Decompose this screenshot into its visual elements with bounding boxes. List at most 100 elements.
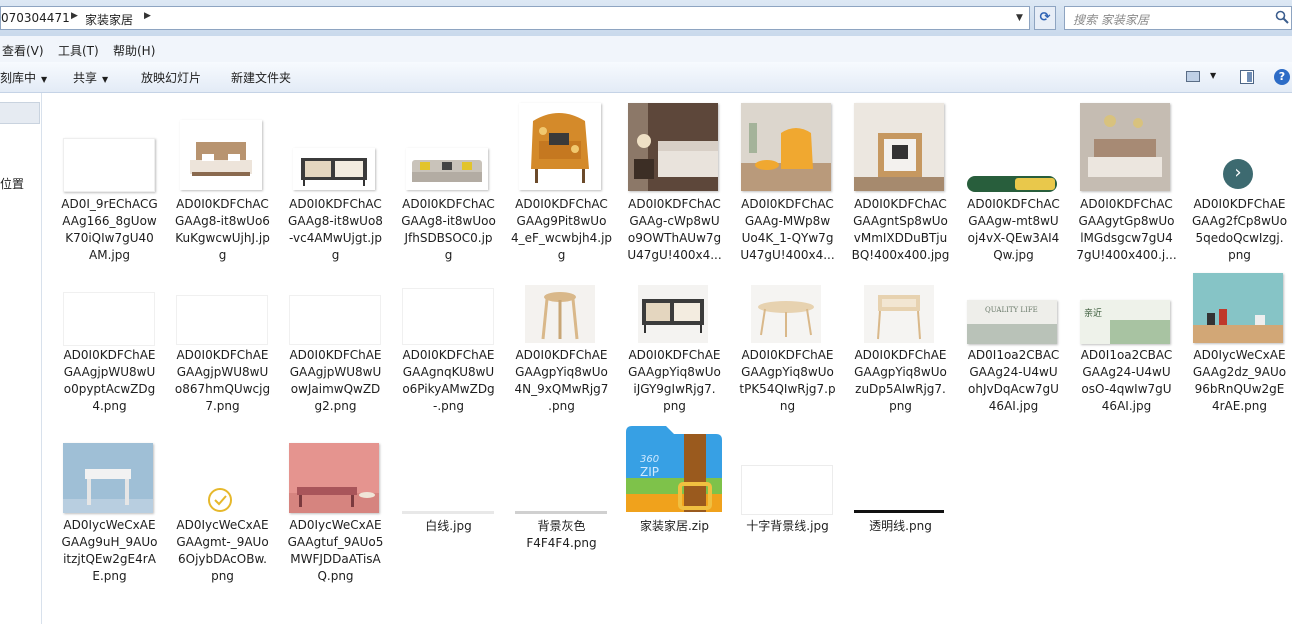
address-bar[interactable]: 070304471 ▶ 家装家居 ▶ ▼ bbox=[0, 6, 1030, 30]
image-thumbnail bbox=[63, 443, 153, 513]
refresh-button[interactable]: ⟳ bbox=[1034, 6, 1056, 30]
cabinet-image bbox=[301, 158, 367, 186]
file-name: 白线.jpg bbox=[425, 519, 472, 533]
table-image bbox=[758, 301, 814, 337]
file-name: 透明线.png bbox=[869, 519, 932, 533]
preview-pane-icon[interactable] bbox=[1240, 70, 1254, 84]
file-name: AD0I0KDFChAE GAAgjpWU8wU o0pyptAcwZDg 4.png bbox=[63, 348, 156, 413]
file-name: AD0I0KDFChAC GAAg8-it8wUo8 -vc4AMwUjgt.jp g bbox=[288, 197, 383, 262]
search-icon[interactable] bbox=[1275, 10, 1289, 24]
file-name: AD0IycWeCxAE GAAg9uH_9AUo itzjtQEw2gE4rA E.… bbox=[61, 518, 158, 583]
side-table-image bbox=[877, 295, 921, 340]
file-name: AD0I0KDFChAC GAAg-MWp8w Uo4K_1-QYw7g U47gU!… bbox=[740, 197, 835, 262]
breadcrumb-separator-icon[interactable]: ▶ bbox=[144, 11, 151, 21]
image-thumbnail bbox=[176, 295, 268, 345]
include-in-library-button[interactable]: 刻库中 ▼ bbox=[0, 69, 47, 86]
new-folder-button[interactable]: 新建文件夹 bbox=[231, 69, 291, 86]
zip-archive-icon: 360 ZIP bbox=[626, 422, 722, 512]
cabinet-image bbox=[642, 299, 704, 333]
image-thumbnail bbox=[180, 120, 262, 190]
file-name: AD0I0KDFChAE GAAgpYiq8wUo 4N_9xQMwRjg7 .png bbox=[514, 348, 609, 413]
image-thumbnail: 亲近 bbox=[1080, 300, 1170, 344]
file-name: AD0I0KDFChAC GAAg9Pit8wUo 4_eF_wcwbjh4.jp g bbox=[510, 197, 613, 262]
stool-photo bbox=[63, 469, 153, 513]
image-thumbnail bbox=[402, 511, 494, 514]
breadcrumb-current[interactable]: 家装家居 bbox=[85, 11, 133, 28]
share-label: 共享 bbox=[73, 71, 98, 85]
image-thumbnail bbox=[864, 285, 934, 343]
bench-photo bbox=[289, 487, 379, 513]
navigation-pane: 位置 bbox=[0, 93, 42, 624]
menu-bar: 查看(V) 工具(T) 帮助(H) bbox=[0, 36, 1292, 63]
file-name: AD0I0KDFChAE GAAgjpWU8wU o867hmQUwcjg 7.png bbox=[174, 348, 271, 413]
menu-tools[interactable]: 工具(T) bbox=[58, 42, 99, 59]
image-thumbnail bbox=[519, 103, 601, 190]
shelf-image bbox=[1193, 309, 1283, 343]
file-name: AD0I0KDFChAE GAAgpYiq8wUo iJGY9gIwRjg7. png bbox=[628, 348, 721, 413]
armchair-image bbox=[531, 113, 589, 183]
image-thumbnail bbox=[1193, 273, 1283, 343]
address-history-dropdown-icon[interactable]: ▼ bbox=[1016, 13, 1023, 23]
file-name: AD0I0KDFChAE GAAgpYiq8wUo tPK54QIwRjg7.p ng bbox=[739, 348, 836, 413]
image-thumbnail bbox=[751, 285, 821, 343]
nav-selected-item[interactable] bbox=[0, 102, 40, 124]
file-name: AD0I_9rEChACG AAg166_8gUow K70iQIw7gU40 AM.… bbox=[61, 197, 158, 262]
banner-furniture bbox=[967, 324, 1057, 344]
file-name: AD0I1oa2CBAC GAAg24-U4wU ohJvDqAcw7gU 46AI.… bbox=[967, 348, 1060, 413]
file-name: AD0I1oa2CBAC GAAg24-U4wU osO-4qwIw7gU 46AI.… bbox=[1080, 348, 1173, 413]
share-button[interactable]: 共享 ▼ bbox=[73, 69, 108, 86]
image-thumbnail bbox=[289, 295, 381, 345]
menu-help[interactable]: 帮助(H) bbox=[113, 42, 155, 59]
chevron-right-icon: › bbox=[1223, 159, 1253, 189]
file-name: AD0IycWeCxAE GAAg2dz_9AUo 96bRnQUw2gE 4rAE.… bbox=[1192, 348, 1287, 413]
image-thumbnail bbox=[741, 465, 833, 515]
zip-brand-text: 360 bbox=[640, 454, 659, 465]
breadcrumb-separator-icon[interactable]: ▶ bbox=[71, 11, 78, 21]
file-name: AD0I0KDFChAE GAAgjpWU8wU owJaimwQwZD g2.png bbox=[289, 348, 382, 413]
image-thumbnail bbox=[515, 511, 607, 514]
image-thumbnail bbox=[293, 148, 375, 190]
image-thumbnail bbox=[63, 138, 155, 192]
banner-bed bbox=[1110, 320, 1170, 344]
bed-image bbox=[190, 142, 252, 176]
image-thumbnail bbox=[638, 285, 708, 343]
banner-badge bbox=[1015, 178, 1055, 190]
image-thumbnail bbox=[1080, 103, 1170, 191]
file-name: AD0I0KDFChAC GAAg8-it8wUo6 KuKgwcwUjhJ.jp g bbox=[175, 197, 270, 262]
file-name: 十字背景线.jpg bbox=[746, 519, 829, 533]
chevron-down-icon: ▼ bbox=[102, 75, 109, 84]
stool-image bbox=[541, 292, 579, 340]
living-room-photo bbox=[741, 103, 831, 191]
image-thumbnail bbox=[628, 103, 718, 191]
help-icon[interactable]: ? bbox=[1274, 69, 1290, 85]
image-thumbnail bbox=[406, 148, 488, 190]
file-name: AD0I0KDFChAC GAAg-cWp8wU o9OWThAUw7g U47gU!… bbox=[627, 197, 722, 262]
image-thumbnail bbox=[854, 510, 944, 513]
file-name: AD0I0KDFChAC GAAgw-mt8wU oj4vX-QEw3AI4 Qw.j… bbox=[967, 197, 1060, 262]
change-view-icon[interactable] bbox=[1186, 71, 1200, 82]
file-name: AD0IycWeCxAE GAAgmt-_9AUo 6OjybDAcOBw. png bbox=[176, 518, 269, 583]
chevron-down-icon: ▼ bbox=[41, 75, 48, 84]
bedroom-photo bbox=[628, 103, 718, 191]
file-name: AD0I0KDFChAC GAAgntSp8wUo vMmIXDDuBTju BQ!4… bbox=[851, 197, 950, 262]
file-name: AD0I0KDFChAE GAAg2fCp8wUo 5qedoQcwIzgj. png bbox=[1191, 197, 1288, 262]
file-name: AD0I0KDFChAC GAAgytGp8wUo lMGdsgcw7gU4 7gU!… bbox=[1076, 197, 1177, 262]
menu-view[interactable]: 查看(V) bbox=[2, 42, 44, 59]
image-thumbnail bbox=[63, 292, 155, 346]
file-name: AD0I0KDFChAE GAAgnqKU8wU o6PikyAMwZDg -.png bbox=[402, 348, 495, 413]
nav-item-location[interactable]: 位置 bbox=[0, 175, 24, 192]
view-options-chevron-icon[interactable]: ▼ bbox=[1210, 71, 1216, 80]
file-name: AD0IycWeCxAE GAAgtuf_9AUo5 MWFJDDaATisA Q.p… bbox=[287, 518, 384, 583]
image-thumbnail bbox=[289, 443, 379, 513]
check-circle-icon bbox=[207, 487, 233, 513]
include-in-library-label: 刻库中 bbox=[0, 71, 37, 85]
slideshow-button[interactable]: 放映幻灯片 bbox=[141, 69, 201, 86]
image-thumbnail bbox=[854, 103, 944, 191]
sofa-image bbox=[412, 160, 482, 182]
image-thumbnail: QUALITY LIFE bbox=[967, 300, 1057, 344]
search-field[interactable]: 搜索 家装家居 bbox=[1064, 6, 1292, 30]
breadcrumb-root[interactable]: 070304471 bbox=[1, 11, 70, 25]
file-name: AD0I0KDFChAC GAAg8-it8wUoo JfhSDBSOC0.jp g bbox=[401, 197, 496, 262]
image-thumbnail bbox=[967, 176, 1057, 192]
image-thumbnail bbox=[525, 285, 595, 343]
